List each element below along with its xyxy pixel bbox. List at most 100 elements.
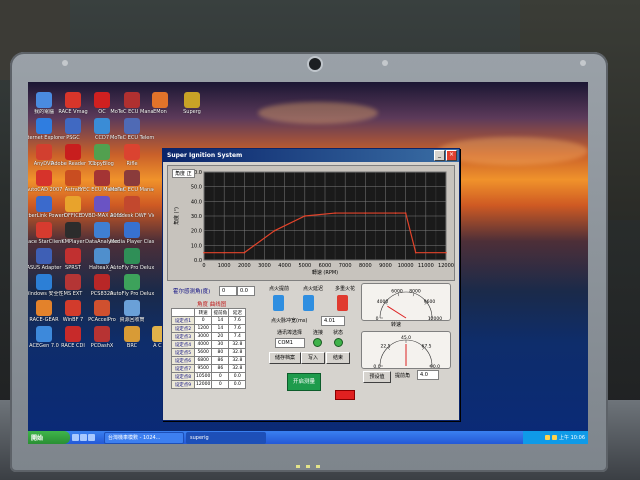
table-cell[interactable]: 20 xyxy=(211,332,230,341)
quick-launch-icon[interactable] xyxy=(80,434,87,441)
tray-icon[interactable] xyxy=(552,435,557,440)
desktop-icon[interactable]: AutoFly Pro Deluxe xyxy=(110,248,154,271)
table-cell[interactable]: 7.6 xyxy=(228,316,247,325)
taskbar-item-superig[interactable]: superig xyxy=(186,431,266,444)
quick-launch-icon[interactable] xyxy=(72,434,79,441)
desktop-icon-image xyxy=(65,170,81,186)
wallpaper-cloud xyxy=(438,137,588,165)
table-cell[interactable]: 4000 xyxy=(193,340,213,349)
save-file-button[interactable]: 储存档案 xyxy=(269,352,301,364)
ignition-chart: 0 1000 2000 3000 4000 5000 6000 7000 8000 9000 100… xyxy=(173,170,454,276)
table-cell[interactable]: 9500 xyxy=(193,364,213,373)
taskbar-item-browser[interactable]: 台灣機車模數 - 1024... xyxy=(104,431,184,444)
table-cell[interactable]: 0.0 xyxy=(228,372,247,381)
table-cell[interactable]: 3000 xyxy=(193,332,213,341)
table-cell[interactable]: 32.8 xyxy=(228,348,247,357)
table-cell[interactable]: 80 xyxy=(211,348,230,357)
advance-value-input[interactable]: 4.0 xyxy=(417,370,439,380)
desktop-icon[interactable]: Media Player Classic xyxy=(110,222,154,245)
desktop-icon[interactable]: MoTeC ECU Manager xyxy=(110,170,154,193)
table-cell[interactable]: 86 xyxy=(211,356,230,365)
y-tick-label: 0.0 xyxy=(194,258,202,264)
gauge-tick-label: 67.5 xyxy=(421,343,431,349)
desktop-icon[interactable]: Autodesk DWF Viewer xyxy=(110,196,154,219)
status-led xyxy=(334,338,343,347)
desktop-icon-image xyxy=(94,118,110,134)
table-cell[interactable]: 86 xyxy=(211,364,230,373)
gauge-tick-label: 22.5 xyxy=(380,343,390,349)
row-header: 设定点8 xyxy=(171,372,195,381)
rpm-gauge-label: 转速 xyxy=(391,322,402,328)
table-cell[interactable]: 5600 xyxy=(193,348,213,357)
desktop-icon[interactable]: AutoFly Pro Deluxe Dos xyxy=(110,274,154,297)
close-button[interactable]: × xyxy=(446,150,457,161)
x-tick-label: 9000 xyxy=(379,263,392,269)
table-cell[interactable]: 14 xyxy=(211,324,230,333)
ignite-advance-label: 点火提前 xyxy=(269,286,290,292)
start-button[interactable]: 開始 xyxy=(28,431,70,444)
table-cell[interactable]: 10500 xyxy=(193,372,213,381)
stop-button[interactable] xyxy=(335,390,355,400)
x-tick-label: 4000 xyxy=(278,263,291,269)
desktop-icon-image xyxy=(65,196,81,212)
desktop-icon-image xyxy=(94,248,110,264)
table-cell[interactable]: 14 xyxy=(211,316,230,325)
table-cell[interactable]: 7.4 xyxy=(228,332,247,341)
desktop-icon-image xyxy=(36,144,52,160)
table-cell[interactable]: 32.8 xyxy=(228,356,247,365)
table-cell[interactable]: 0.0 xyxy=(228,380,247,389)
tray-icon[interactable] xyxy=(545,435,550,440)
advance-curve-label: 角度 曲线图 xyxy=(197,302,227,308)
data-point xyxy=(414,251,417,254)
advance-switch[interactable] xyxy=(273,295,284,311)
table-cell[interactable]: 7.6 xyxy=(228,324,247,333)
desktop-icon-label: 資源回收筒 xyxy=(119,317,145,323)
x-axis-label: 轉速 (RPM) xyxy=(312,269,338,276)
ignite-delay-label: 点火延迟 xyxy=(303,286,324,292)
dwell-time-input[interactable]: 4.01 xyxy=(321,316,345,326)
exit-button[interactable]: 结束 xyxy=(326,352,350,364)
desktop-icon[interactable]: 資源回收筒 xyxy=(110,300,154,323)
desktop-icon-image xyxy=(36,274,52,290)
data-point xyxy=(243,251,246,254)
table-cell[interactable]: 12000 xyxy=(193,380,213,389)
title-bar[interactable]: Super Ignition System _ × xyxy=(163,149,459,162)
load-default-button[interactable]: 预设值 xyxy=(363,371,391,383)
sensor-value-input[interactable]: 0.0 xyxy=(237,286,255,296)
quick-launch-icon[interactable] xyxy=(88,434,95,441)
table-header xyxy=(171,308,195,317)
desktop-icon-image xyxy=(65,118,81,134)
x-tick-label: 8000 xyxy=(359,263,372,269)
delay-switch[interactable] xyxy=(303,295,314,311)
write-button[interactable]: 写入 xyxy=(301,352,325,364)
desktop-icon-image xyxy=(94,326,110,342)
table-cell[interactable]: 0 xyxy=(211,380,230,389)
desktop-icon-image xyxy=(124,248,140,264)
desktop-icon[interactable]: Superg xyxy=(170,92,214,115)
table-row: 设定点7 9500 86 32.8 xyxy=(171,364,247,373)
status-led-light xyxy=(306,465,310,468)
table-cell[interactable]: 32.8 xyxy=(228,340,247,349)
table-cell[interactable]: 0 xyxy=(211,372,230,381)
laptop-bezel: 我的電腦RACE VmagOCMoTeC ECU ManaEMonSupergI… xyxy=(10,52,608,472)
sensor-angle-input[interactable]: 0 xyxy=(219,286,237,296)
start-measure-button[interactable]: 开启测量 xyxy=(287,373,321,391)
desktop-icon-image xyxy=(94,170,110,186)
desktop-icon-image xyxy=(124,118,140,134)
bezel-screw xyxy=(62,60,68,66)
spark-switch[interactable] xyxy=(337,295,348,311)
table-cell[interactable]: 30 xyxy=(211,340,230,349)
setpoint-table: 转速 提前角 延迟 设定点1 0 14 7.6 设定点2 1200 14 7.6 设定点3 3000 20… xyxy=(171,308,247,389)
quick-launch xyxy=(70,431,102,444)
table-cell[interactable]: 1200 xyxy=(193,324,213,333)
table-row: 设定点9 12000 0 0.0 xyxy=(171,380,247,389)
port-select-dropdown[interactable]: COM1 xyxy=(275,338,305,348)
table-cell[interactable]: 6800 xyxy=(193,356,213,365)
desktop-icon[interactable]: Rifle xyxy=(110,144,154,167)
rpm-gauge: 0 4000 6000 8000 9600 12000 xyxy=(361,283,451,322)
table-cell[interactable]: 32.8 xyxy=(228,364,247,373)
minimize-button[interactable]: _ xyxy=(434,150,445,161)
desktop-icon[interactable]: MoTeC ECU Telemtry xyxy=(110,118,154,141)
table-cell[interactable]: 0 xyxy=(193,316,213,325)
data-point xyxy=(203,251,205,254)
